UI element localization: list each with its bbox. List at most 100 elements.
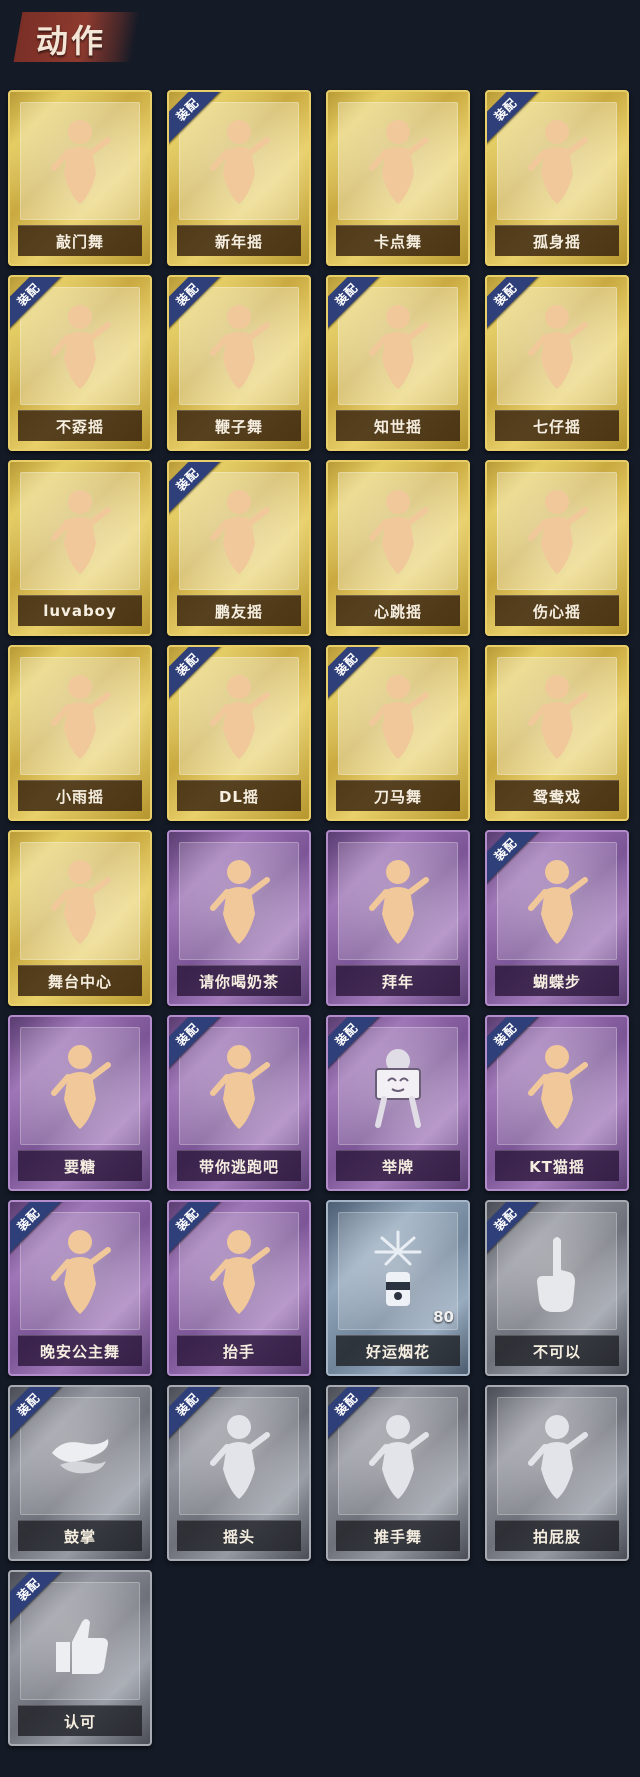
figure-icon <box>51 490 111 574</box>
figure-icon <box>205 1409 273 1501</box>
figure-icon <box>523 669 591 761</box>
emote-card[interactable]: 不可以 装配 <box>485 1200 629 1376</box>
emote-card[interactable]: 举牌 装配 <box>326 1015 470 1191</box>
card-label-bar: 推手舞 <box>336 1520 460 1551</box>
figure-icon <box>364 484 432 576</box>
card-label: 拍屁股 <box>532 1527 581 1546</box>
card-label-bar: DL摇 <box>177 780 301 811</box>
emote-card[interactable]: 拍屁股 <box>485 1385 629 1561</box>
card-label-bar: 伤心摇 <box>495 595 619 626</box>
figure-icon <box>523 1039 591 1131</box>
emote-card[interactable]: 七仔摇 装配 <box>485 275 629 451</box>
card-label-bar: 摇头 <box>177 1520 301 1551</box>
card-label-bar: 孤身摇 <box>495 225 619 256</box>
figure-icon <box>523 114 591 206</box>
card-label: 抬手 <box>222 1342 255 1361</box>
card-label: 鹏友摇 <box>214 602 263 621</box>
emote-card[interactable]: 孤身摇 装配 <box>485 90 629 266</box>
card-label: 伤心摇 <box>532 602 581 621</box>
emote-card[interactable]: 新年摇 装配 <box>167 90 311 266</box>
emote-card[interactable]: 带你逃跑吧 装配 <box>167 1015 311 1191</box>
card-label-bar: 敲门舞 <box>18 225 142 256</box>
figure-icon <box>364 299 432 391</box>
figure-icon <box>51 120 111 204</box>
figure-icon <box>364 854 432 946</box>
card-label: 好运烟花 <box>365 1342 430 1361</box>
emote-card[interactable]: 鸳鸯戏 <box>485 645 629 821</box>
firework-icon <box>374 1230 422 1306</box>
emote-card[interactable]: 知世摇 装配 <box>326 275 470 451</box>
emote-card[interactable]: 80 好运烟花 <box>326 1200 470 1376</box>
figure-icon <box>46 484 114 576</box>
emote-card[interactable]: 敲门舞 <box>8 90 152 266</box>
card-label-bar: 不可以 <box>495 1335 619 1366</box>
figure-icon <box>46 1224 114 1316</box>
figure-icon <box>210 675 270 759</box>
emote-card[interactable]: 鹏友摇 装配 <box>167 460 311 636</box>
emote-card[interactable]: 蝴蝶步 装配 <box>485 830 629 1006</box>
emote-card[interactable]: 鞭子舞 装配 <box>167 275 311 451</box>
emote-card[interactable]: 小雨摇 <box>8 645 152 821</box>
emote-card[interactable]: 卡点舞 <box>326 90 470 266</box>
figure-icon <box>205 114 273 206</box>
emote-card[interactable]: DL摇 装配 <box>167 645 311 821</box>
figure-icon <box>369 490 429 574</box>
card-label-bar: 晚安公主舞 <box>18 1335 142 1366</box>
figure-icon <box>51 305 111 389</box>
emote-card[interactable]: 摇头 装配 <box>167 1385 311 1561</box>
card-label-bar: 卡点舞 <box>336 225 460 256</box>
figure-icon <box>369 1415 429 1499</box>
card-label-bar: 新年摇 <box>177 225 301 256</box>
emote-card[interactable]: 推手舞 装配 <box>326 1385 470 1561</box>
emote-card[interactable]: 要糖 <box>8 1015 152 1191</box>
card-label-bar: 认可 <box>18 1705 142 1736</box>
card-label-bar: 请你喝奶茶 <box>177 965 301 996</box>
card-label-bar: 带你逃跑吧 <box>177 1150 301 1181</box>
card-label-bar: 拍屁股 <box>495 1520 619 1551</box>
firework-icon <box>364 1224 432 1316</box>
figure-icon <box>528 1415 588 1499</box>
card-label-bar: luvaboy <box>18 595 142 626</box>
emote-card[interactable]: 刀马舞 装配 <box>326 645 470 821</box>
clap-icon <box>52 1439 109 1474</box>
figure-icon <box>528 120 588 204</box>
figure-icon <box>523 299 591 391</box>
card-label: 蝴蝶步 <box>532 972 581 991</box>
card-label-bar: 好运烟花 <box>336 1335 460 1366</box>
card-label-bar: KT猫摇 <box>495 1150 619 1181</box>
card-label-bar: 鸳鸯戏 <box>495 780 619 811</box>
emote-card[interactable]: 心跳摇 <box>326 460 470 636</box>
figure-icon <box>205 1224 273 1316</box>
figure-icon <box>205 669 273 761</box>
card-label: 推手舞 <box>373 1527 422 1546</box>
emote-card[interactable]: 拜年 <box>326 830 470 1006</box>
figure-icon <box>528 1045 588 1129</box>
figure-icon <box>369 120 429 204</box>
figure-icon <box>210 120 270 204</box>
emote-card[interactable]: 伤心摇 <box>485 460 629 636</box>
figure-icon <box>364 114 432 206</box>
card-label: 舞台中心 <box>47 972 112 991</box>
card-label-bar: 知世摇 <box>336 410 460 441</box>
card-label: 知世摇 <box>373 417 422 436</box>
emote-card[interactable]: 晚安公主舞 装配 <box>8 1200 152 1376</box>
figure-icon <box>369 305 429 389</box>
figure-icon <box>205 1039 273 1131</box>
figure-icon <box>210 305 270 389</box>
emote-card[interactable]: 抬手 装配 <box>167 1200 311 1376</box>
card-label-bar: 小雨摇 <box>18 780 142 811</box>
card-label-bar: 刀马舞 <box>336 780 460 811</box>
emote-card[interactable]: 舞台中心 <box>8 830 152 1006</box>
figure-icon <box>51 860 111 944</box>
emote-card[interactable]: 认可 装配 <box>8 1570 152 1746</box>
emote-card[interactable]: 请你喝奶茶 <box>167 830 311 1006</box>
emote-card[interactable]: 不孬摇 装配 <box>8 275 152 451</box>
figure-icon <box>205 854 273 946</box>
emote-card[interactable]: 鼓掌 装配 <box>8 1385 152 1561</box>
card-label-bar: 拜年 <box>336 965 460 996</box>
emote-card[interactable]: KT猫摇 装配 <box>485 1015 629 1191</box>
card-label-bar: 要糖 <box>18 1150 142 1181</box>
emote-card[interactable]: luvaboy <box>8 460 152 636</box>
clap-icon <box>46 1409 114 1501</box>
card-label-bar: 舞台中心 <box>18 965 142 996</box>
